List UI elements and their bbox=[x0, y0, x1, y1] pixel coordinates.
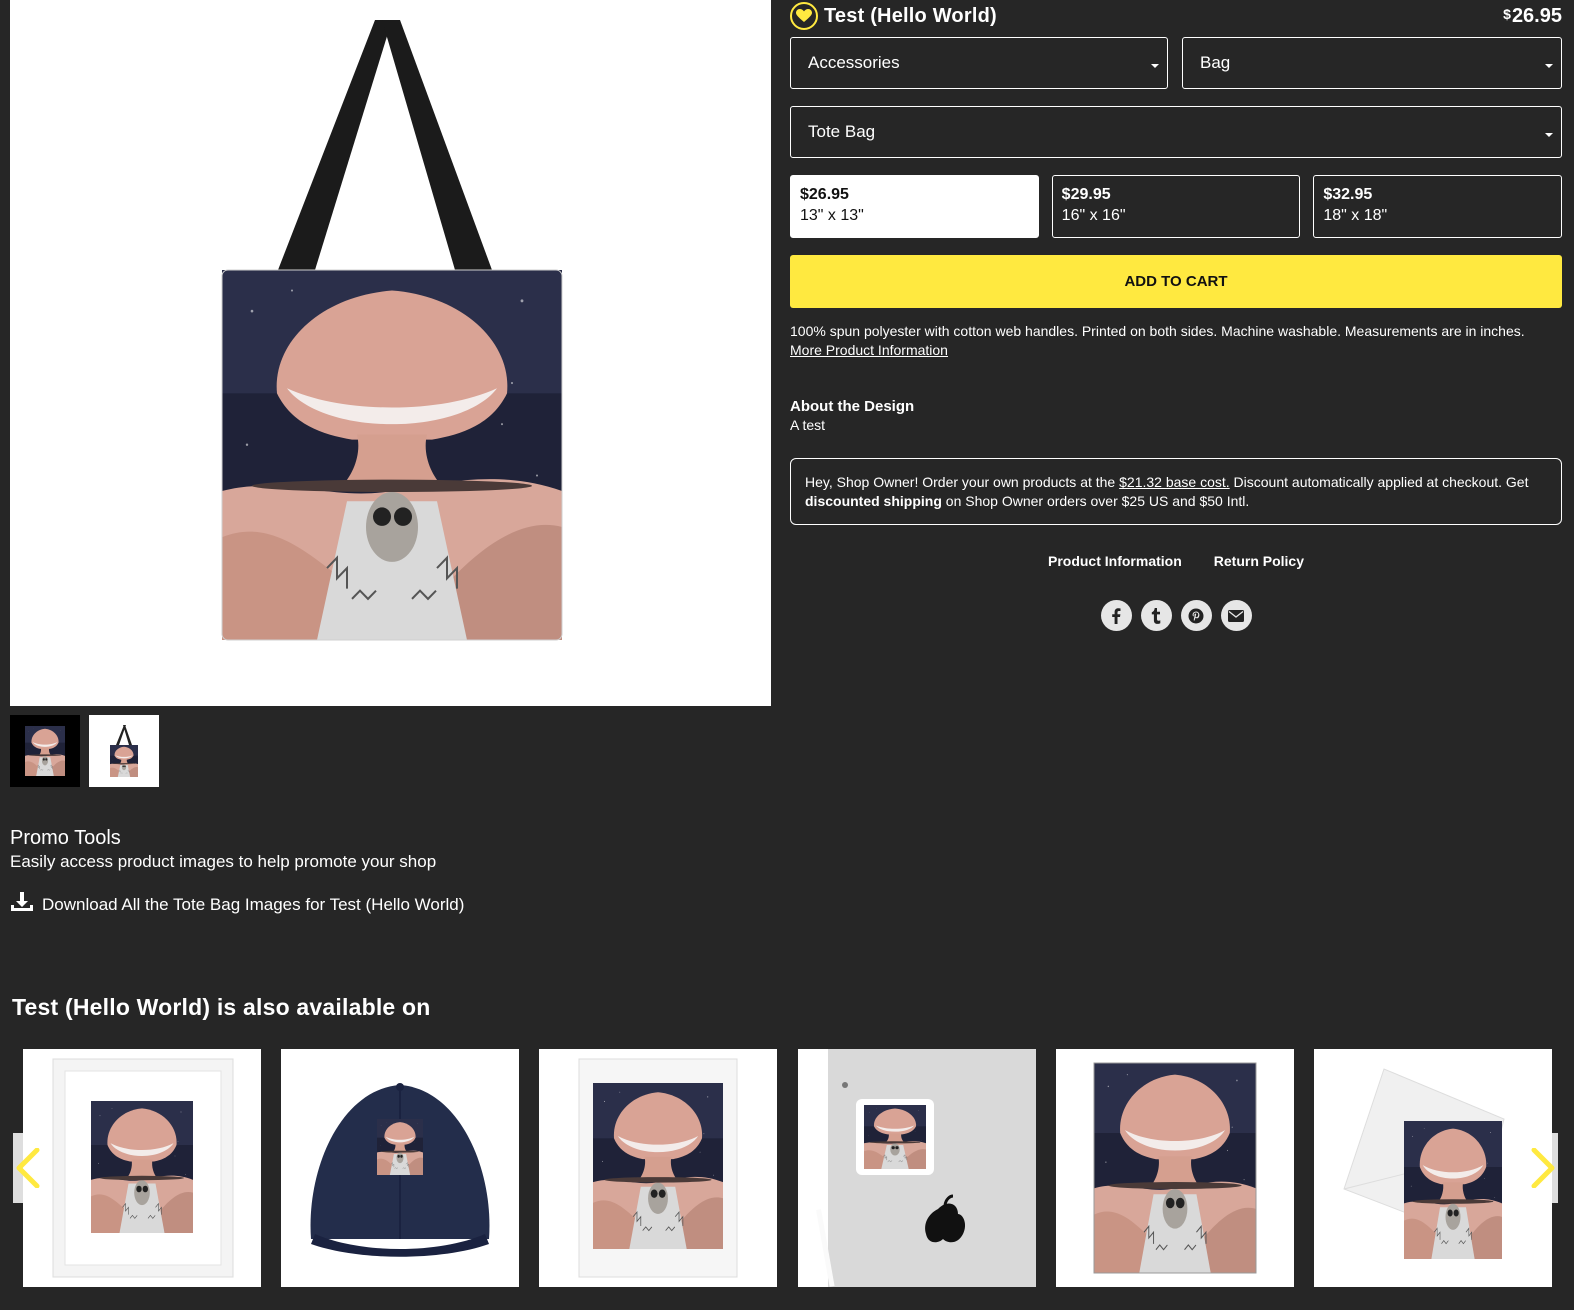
chevron-left-icon bbox=[16, 1148, 40, 1188]
notice-text-1: Hey, Shop Owner! Order your own products… bbox=[805, 474, 1120, 490]
also-available-title: Test (Hello World) is also available on bbox=[12, 994, 431, 1020]
size-option-16[interactable]: $29.95 16" x 16" bbox=[1051, 175, 1301, 238]
shop-owner-notice: Hey, Shop Owner! Order your own products… bbox=[790, 458, 1562, 525]
product-title: Test (Hello World) bbox=[824, 4, 997, 27]
type-select[interactable]: Bag bbox=[1182, 37, 1562, 89]
promo-title: Promo Tools bbox=[10, 827, 121, 849]
product-card-jigsaw-puzzle[interactable] bbox=[1056, 1049, 1294, 1287]
product-select[interactable]: Tote Bag bbox=[790, 106, 1562, 158]
promo-tools: Promo Tools Easily access product images… bbox=[10, 826, 464, 918]
also-available-carousel bbox=[0, 1049, 1574, 1287]
social-share bbox=[790, 600, 1562, 631]
download-icon bbox=[10, 891, 34, 918]
size-price: $32.95 bbox=[1323, 186, 1373, 203]
size-dimensions: 18" x 18" bbox=[1323, 207, 1388, 224]
return-policy-link[interactable]: Return Policy bbox=[1214, 553, 1304, 569]
product-card-framed-print[interactable] bbox=[23, 1049, 261, 1287]
chevron-down-icon bbox=[1545, 133, 1553, 137]
chevron-down-icon bbox=[1545, 64, 1553, 68]
carousel-next-button[interactable] bbox=[1528, 1133, 1558, 1203]
heart-icon[interactable] bbox=[790, 2, 818, 30]
download-images-link[interactable]: Download All the Tote Bag Images for Tes… bbox=[10, 891, 464, 918]
type-select-value: Bag bbox=[1200, 53, 1231, 72]
size-price: $26.95 bbox=[800, 186, 849, 203]
about-design-title: About the Design bbox=[790, 398, 915, 415]
category-select[interactable]: Accessories bbox=[790, 37, 1168, 89]
pinterest-icon[interactable] bbox=[1180, 600, 1212, 631]
download-label: Download All the Tote Bag Images for Tes… bbox=[42, 894, 465, 914]
price-currency: $ bbox=[1503, 5, 1511, 22]
chevron-right-icon bbox=[1531, 1148, 1555, 1188]
size-options: $26.95 13" x 13" $29.95 16" x 16" $32.95… bbox=[790, 175, 1563, 238]
product-main-image bbox=[10, 0, 771, 706]
thumbnail-design[interactable] bbox=[10, 715, 80, 787]
product-price: $26.95 bbox=[1503, 5, 1562, 28]
promo-subtitle: Easily access product images to help pro… bbox=[10, 852, 437, 871]
product-select-value: Tote Bag bbox=[808, 122, 876, 141]
size-price: $29.95 bbox=[1061, 186, 1111, 203]
product-card-laptop-sticker[interactable] bbox=[798, 1049, 1036, 1287]
product-information-link[interactable]: Product Information bbox=[1048, 553, 1182, 569]
add-to-cart-button[interactable]: ADD TO CART bbox=[790, 255, 1562, 308]
facebook-icon[interactable] bbox=[1100, 600, 1132, 631]
notice-text-3: on Shop Owner orders over $25 US and $50… bbox=[941, 493, 1250, 509]
size-dimensions: 16" x 16" bbox=[1061, 207, 1126, 224]
more-product-info-link[interactable]: More Product Information bbox=[790, 342, 948, 358]
size-option-13[interactable]: $26.95 13" x 13" bbox=[790, 175, 1039, 238]
product-card-greeting-card[interactable] bbox=[1314, 1049, 1552, 1287]
product-card-trucker-cap[interactable] bbox=[281, 1049, 519, 1287]
size-dimensions: 13" x 13" bbox=[800, 207, 864, 224]
notice-text-2: Discount automatically applied at checko… bbox=[1229, 474, 1529, 490]
product-title-row: Test (Hello World) $26.95 bbox=[790, 2, 1562, 30]
category-select-value: Accessories bbox=[808, 53, 900, 72]
about-design-text: A test bbox=[790, 417, 826, 433]
price-amount: 26.95 bbox=[1511, 4, 1562, 27]
carousel-prev-button[interactable] bbox=[13, 1133, 43, 1203]
product-description: 100% spun polyester with cotton web hand… bbox=[790, 322, 1525, 360]
chevron-down-icon bbox=[1151, 64, 1159, 68]
tote-bag-image bbox=[221, 20, 563, 641]
info-links: Product Information Return Policy bbox=[790, 553, 1562, 569]
thumbnail-tote-bag[interactable] bbox=[89, 715, 159, 787]
base-cost-link[interactable]: $21.32 base cost. bbox=[1119, 474, 1230, 490]
notice-bold: discounted shipping bbox=[805, 493, 942, 509]
email-icon[interactable] bbox=[1220, 600, 1252, 631]
product-card-art-print[interactable] bbox=[539, 1049, 777, 1287]
about-design: About the Design A test bbox=[790, 397, 914, 434]
size-option-18[interactable]: $32.95 18" x 18" bbox=[1313, 175, 1563, 238]
description-text: 100% spun polyester with cotton web hand… bbox=[790, 323, 1525, 339]
tumblr-icon[interactable] bbox=[1140, 600, 1172, 631]
